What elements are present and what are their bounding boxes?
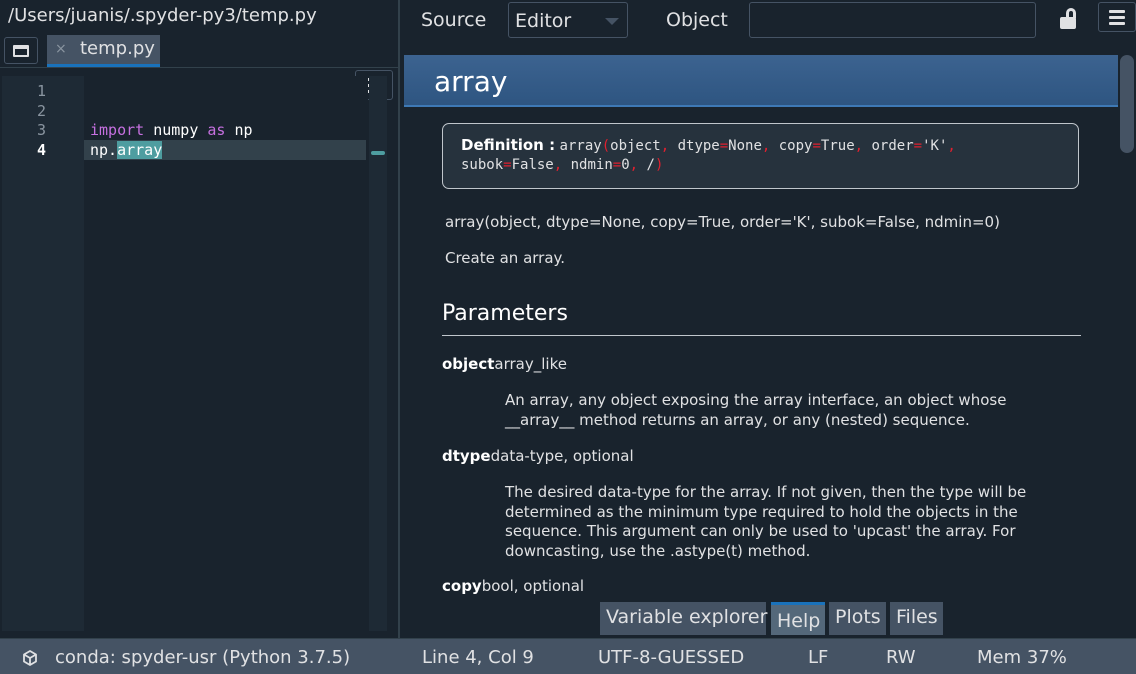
object-prefix: np. (90, 141, 118, 159)
unlock-icon[interactable] (1060, 8, 1078, 30)
browse-tabs-button[interactable] (4, 37, 38, 64)
tab-variable-explorer[interactable]: Variable explorer (600, 602, 767, 635)
object-label: Object (666, 9, 728, 31)
tab-plots[interactable]: Plots (829, 602, 886, 635)
cursor-position-status: Line 4, Col 9 (422, 647, 534, 668)
conda-cube-icon (23, 650, 37, 666)
line-number: 2 (37, 102, 47, 120)
conda-env-status[interactable]: conda: spyder-usr (Python 3.7.5) (55, 647, 350, 668)
help-toolbar: Source Editor Object (400, 0, 1136, 48)
divider (442, 335, 1081, 336)
tab-help[interactable]: Help (771, 602, 825, 635)
alias-name: np (225, 121, 253, 139)
help-title: array (434, 65, 508, 98)
summary-text: Create an array. (445, 249, 566, 267)
editor-pane: /Users/juanis/.spyder-py3/temp.py × temp… (0, 0, 398, 638)
tab-temp-py[interactable]: × temp.py (47, 35, 160, 67)
code-editor[interactable]: import numpy as np np.array (84, 76, 368, 631)
param-copy: copybool, optional (442, 577, 585, 595)
memory-status: Mem 37% (977, 647, 1067, 668)
browse-tabs-icon (13, 44, 29, 57)
module-name: numpy (144, 121, 208, 139)
chevron-down-icon (605, 18, 619, 25)
line-number-gutter: 1 2 3 4 (2, 76, 84, 631)
encoding-status: UTF-8-GUESSED (598, 647, 745, 668)
close-tab-icon[interactable]: × (55, 41, 67, 57)
param-object-desc: An array, any object exposing the array … (505, 391, 1007, 429)
hamburger-icon (1109, 9, 1125, 13)
spyder-window: /Users/juanis/.spyder-py3/temp.py × temp… (0, 0, 1136, 674)
status-bar: conda: spyder-usr (Python 3.7.5) Line 4,… (0, 638, 1136, 674)
param-dtype-desc: The desired data-type for the array. If … (505, 483, 1027, 560)
help-content: array Definition : array(object, dtype=N… (404, 55, 1118, 600)
editor-scrollbar[interactable] (369, 76, 387, 631)
line-number-current: 4 (37, 141, 47, 159)
permissions-status: RW (886, 647, 916, 668)
selected-text: array (117, 141, 163, 159)
line-number: 1 (37, 82, 47, 100)
parameters-heading: Parameters (442, 301, 568, 326)
eol-status: LF (808, 647, 829, 668)
keyword-as: as (207, 121, 226, 139)
code-line-4: np.array (90, 141, 163, 159)
keyword-import: import (90, 121, 145, 139)
source-combobox[interactable]: Editor (508, 2, 628, 38)
definition-box: Definition : array(object, dtype=None, c… (442, 123, 1079, 189)
help-pane: Source Editor Object array Definition : … (400, 0, 1136, 638)
tab-files[interactable]: Files (890, 602, 943, 635)
occurrence-marker (371, 151, 385, 155)
help-header: array (404, 55, 1118, 107)
source-label: Source (421, 9, 487, 31)
editor-tabbar: × temp.py (0, 34, 398, 100)
help-options-button[interactable] (1098, 2, 1136, 32)
line-number: 3 (37, 121, 47, 139)
help-scrollbar[interactable] (1119, 55, 1136, 600)
tab-label: temp.py (80, 38, 155, 59)
code-line-3: import numpy as np (90, 121, 253, 139)
editor-file-path: /Users/juanis/.spyder-py3/temp.py (8, 5, 317, 26)
scrollbar-thumb[interactable] (1120, 55, 1134, 153)
call-signature: array(object, dtype=None, copy=True, ord… (445, 213, 1000, 231)
object-input[interactable] (749, 2, 1036, 38)
param-object: objectarray_like (442, 355, 567, 373)
definition-label: Definition : (461, 136, 556, 154)
source-combobox-value: Editor (515, 10, 572, 32)
param-dtype: dtypedata-type, optional (442, 447, 634, 465)
